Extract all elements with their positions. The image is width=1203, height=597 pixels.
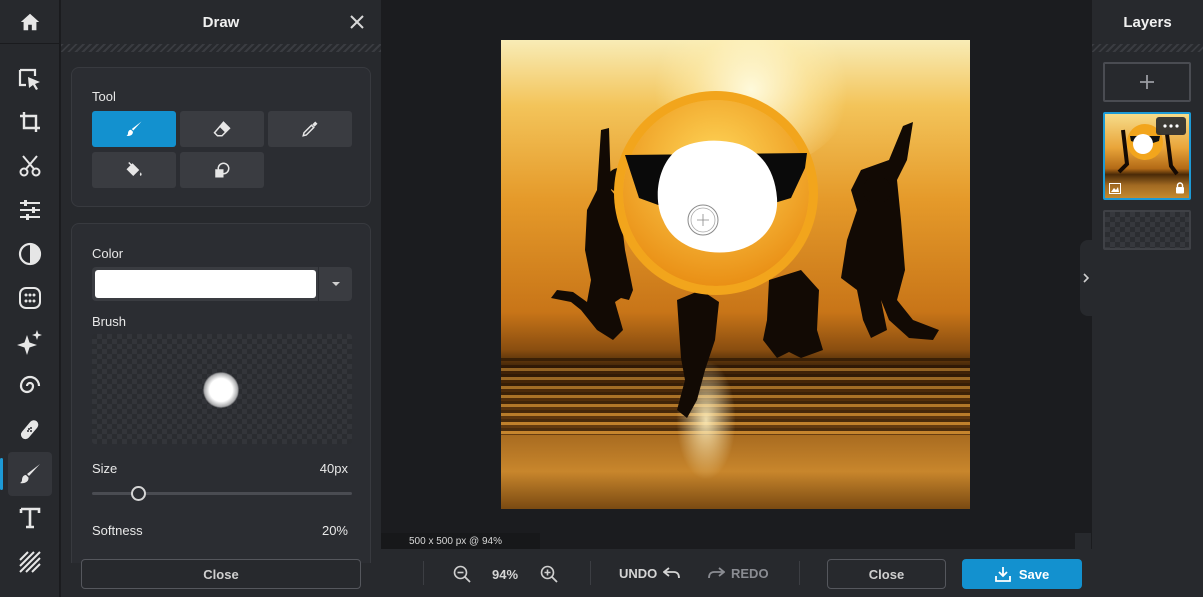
divider xyxy=(799,561,800,585)
background-layer-thumbnail[interactable] xyxy=(1103,210,1191,250)
canvas-corner xyxy=(1075,533,1091,549)
size-value: 40px xyxy=(319,461,348,476)
ai-tool-button[interactable] xyxy=(8,320,52,364)
shapes-icon xyxy=(215,162,230,178)
draw-tool-button[interactable] xyxy=(0,452,52,496)
texture-icon xyxy=(19,551,41,573)
plus-icon xyxy=(1140,75,1154,89)
select-tool-button[interactable] xyxy=(8,58,52,102)
zoom-out-icon xyxy=(453,565,471,583)
texture-tool-button[interactable] xyxy=(8,540,52,584)
caret-down-icon xyxy=(331,282,340,286)
canvas-image[interactable] xyxy=(501,40,970,509)
header-divider xyxy=(61,44,381,52)
filter-icon xyxy=(18,242,42,266)
divider xyxy=(590,561,591,585)
close-icon xyxy=(350,15,364,29)
cut-icon xyxy=(19,155,41,177)
softness-value: 20% xyxy=(321,523,348,538)
size-label: Size xyxy=(92,461,118,476)
panel-header: Draw xyxy=(61,0,381,44)
retouch-icon xyxy=(20,420,39,440)
zoom-out-button[interactable] xyxy=(453,565,471,583)
jumping-silhouettes xyxy=(551,91,939,418)
effects-tool-button[interactable] xyxy=(8,276,52,320)
color-label: Color xyxy=(92,246,124,261)
select-icon xyxy=(18,68,40,90)
tool-card: Tool xyxy=(71,67,371,207)
brush-icon xyxy=(126,121,142,136)
download-icon xyxy=(994,567,1011,582)
adjust-icon xyxy=(20,200,40,220)
redo-label: REDO xyxy=(731,565,769,581)
eraser-icon xyxy=(213,121,231,137)
brush-settings-card: Color Brush Size 40px Softness 20% xyxy=(71,223,371,563)
layer-thumbnail[interactable] xyxy=(1103,112,1191,200)
eyedropper-icon xyxy=(302,121,318,137)
panel-close-footer-button[interactable]: Close xyxy=(81,559,361,589)
canvas-area[interactable]: 500 x 500 px @ 94% xyxy=(381,0,1091,549)
close-button[interactable]: Close xyxy=(827,559,946,589)
ai-sparkle-icon xyxy=(17,330,42,355)
text-icon xyxy=(19,507,41,529)
redo-button[interactable]: REDO xyxy=(707,563,769,583)
paint-bucket-icon xyxy=(126,161,142,176)
save-button[interactable]: Save xyxy=(962,559,1082,589)
liquify-icon xyxy=(19,375,41,394)
layers-divider xyxy=(1092,44,1203,52)
effects-icon xyxy=(19,287,41,309)
tool-label: Tool xyxy=(92,89,116,104)
draw-panel: Draw Tool Color Brush Size 40px Softness… xyxy=(61,0,381,597)
save-label: Save xyxy=(1018,566,1050,582)
color-swatch[interactable] xyxy=(95,270,316,298)
lock-icon[interactable] xyxy=(1175,182,1185,194)
layer-options-button[interactable] xyxy=(1156,117,1186,135)
add-layer-button[interactable] xyxy=(1103,62,1191,102)
undo-label: UNDO xyxy=(619,565,658,581)
home-icon xyxy=(20,13,40,30)
panel-title: Draw xyxy=(202,13,240,31)
home-button[interactable] xyxy=(0,0,60,44)
color-selector[interactable] xyxy=(92,267,352,301)
size-slider-knob[interactable] xyxy=(131,486,147,501)
brush-label: Brush xyxy=(92,314,126,329)
chevron-right-icon xyxy=(1083,273,1089,283)
adjust-tool-button[interactable] xyxy=(8,188,52,232)
filter-tool-button[interactable] xyxy=(8,232,52,276)
divider xyxy=(423,561,424,585)
bottom-bar: 94% UNDO REDO Close Save xyxy=(381,549,1092,597)
draw-icon xyxy=(20,464,40,484)
image-layer-icon xyxy=(1109,183,1121,194)
layers-panel: Layers xyxy=(1092,0,1203,597)
more-icon xyxy=(1163,124,1179,128)
size-slider[interactable] xyxy=(92,486,352,501)
color-picker-tool-button[interactable] xyxy=(268,111,352,147)
crop-tool-button[interactable] xyxy=(8,100,52,144)
cut-tool-button[interactable] xyxy=(8,144,52,188)
brush-preview xyxy=(92,334,352,444)
left-toolbar xyxy=(0,0,60,597)
shape-tool-button[interactable] xyxy=(180,152,264,188)
softness-label: Softness xyxy=(92,523,143,538)
crop-icon xyxy=(20,112,40,132)
redo-icon xyxy=(708,567,725,579)
brush-tool-button[interactable] xyxy=(92,111,176,147)
layers-title: Layers xyxy=(1123,13,1172,31)
undo-button[interactable]: UNDO xyxy=(619,563,681,583)
undo-icon xyxy=(663,567,681,579)
retouch-tool-button[interactable] xyxy=(8,408,52,452)
panel-close-button[interactable] xyxy=(347,12,367,32)
zoom-in-button[interactable] xyxy=(540,565,558,583)
zoom-in-icon xyxy=(540,565,558,583)
liquify-tool-button[interactable] xyxy=(8,364,52,408)
zoom-level: 94% xyxy=(492,567,519,582)
canvas-size-indicator: 500 x 500 px @ 94% xyxy=(381,533,540,549)
fill-tool-button[interactable] xyxy=(92,152,176,188)
layers-collapse-tab[interactable] xyxy=(1080,240,1092,316)
editor-app: Draw Tool Color Brush Size 40px Softness… xyxy=(0,0,1203,597)
eraser-tool-button[interactable] xyxy=(180,111,264,147)
brush-dot xyxy=(203,372,239,408)
color-dropdown-button[interactable] xyxy=(318,267,352,301)
text-tool-button[interactable] xyxy=(8,496,52,540)
